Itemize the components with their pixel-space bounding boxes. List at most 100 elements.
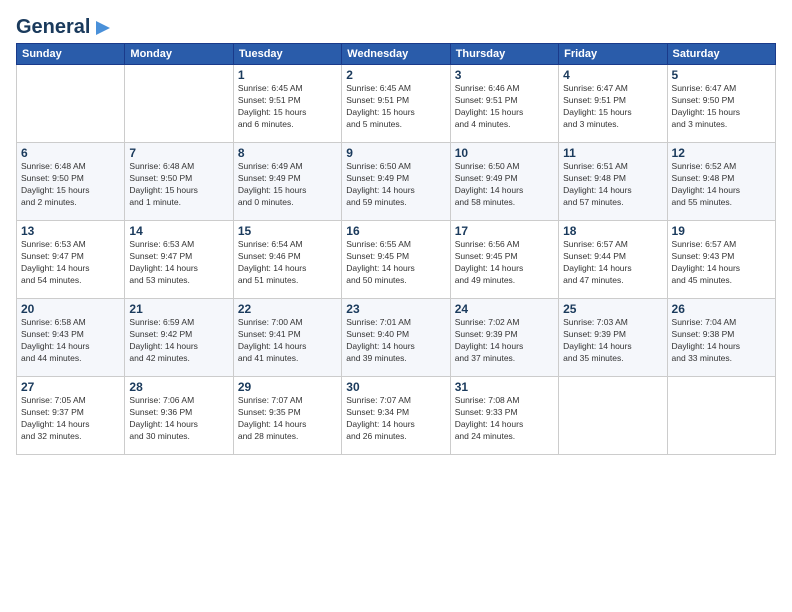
week-row-3: 13Sunrise: 6:53 AM Sunset: 9:47 PM Dayli… — [17, 221, 776, 299]
calendar-page: General SundayMondayTuesdayWednesdayThur… — [0, 0, 792, 612]
day-number: 30 — [346, 380, 445, 394]
day-number: 8 — [238, 146, 337, 160]
day-number: 2 — [346, 68, 445, 82]
day-number: 6 — [21, 146, 120, 160]
calendar-cell: 19Sunrise: 6:57 AM Sunset: 9:43 PM Dayli… — [667, 221, 775, 299]
logo: General — [16, 16, 114, 35]
day-number: 9 — [346, 146, 445, 160]
week-row-1: 1Sunrise: 6:45 AM Sunset: 9:51 PM Daylig… — [17, 65, 776, 143]
weekday-header-row: SundayMondayTuesdayWednesdayThursdayFrid… — [17, 44, 776, 65]
calendar-cell: 13Sunrise: 6:53 AM Sunset: 9:47 PM Dayli… — [17, 221, 125, 299]
day-info: Sunrise: 6:48 AM Sunset: 9:50 PM Dayligh… — [21, 161, 120, 209]
day-number: 5 — [672, 68, 771, 82]
day-info: Sunrise: 6:55 AM Sunset: 9:45 PM Dayligh… — [346, 239, 445, 287]
calendar-cell: 27Sunrise: 7:05 AM Sunset: 9:37 PM Dayli… — [17, 377, 125, 455]
calendar-cell: 26Sunrise: 7:04 AM Sunset: 9:38 PM Dayli… — [667, 299, 775, 377]
calendar-cell: 10Sunrise: 6:50 AM Sunset: 9:49 PM Dayli… — [450, 143, 558, 221]
weekday-header-thursday: Thursday — [450, 44, 558, 65]
day-number: 25 — [563, 302, 662, 316]
day-number: 23 — [346, 302, 445, 316]
weekday-header-tuesday: Tuesday — [233, 44, 341, 65]
calendar-cell: 3Sunrise: 6:46 AM Sunset: 9:51 PM Daylig… — [450, 65, 558, 143]
weekday-header-saturday: Saturday — [667, 44, 775, 65]
logo-general: General — [16, 16, 90, 39]
day-number: 4 — [563, 68, 662, 82]
calendar-cell: 2Sunrise: 6:45 AM Sunset: 9:51 PM Daylig… — [342, 65, 450, 143]
calendar-cell: 21Sunrise: 6:59 AM Sunset: 9:42 PM Dayli… — [125, 299, 233, 377]
day-info: Sunrise: 7:02 AM Sunset: 9:39 PM Dayligh… — [455, 317, 554, 365]
day-number: 20 — [21, 302, 120, 316]
day-number: 16 — [346, 224, 445, 238]
calendar-cell: 18Sunrise: 6:57 AM Sunset: 9:44 PM Dayli… — [559, 221, 667, 299]
calendar-cell: 22Sunrise: 7:00 AM Sunset: 9:41 PM Dayli… — [233, 299, 341, 377]
day-number: 12 — [672, 146, 771, 160]
calendar-cell: 5Sunrise: 6:47 AM Sunset: 9:50 PM Daylig… — [667, 65, 775, 143]
calendar-cell: 29Sunrise: 7:07 AM Sunset: 9:35 PM Dayli… — [233, 377, 341, 455]
day-info: Sunrise: 7:08 AM Sunset: 9:33 PM Dayligh… — [455, 395, 554, 443]
day-info: Sunrise: 6:57 AM Sunset: 9:44 PM Dayligh… — [563, 239, 662, 287]
weekday-header-wednesday: Wednesday — [342, 44, 450, 65]
day-info: Sunrise: 6:47 AM Sunset: 9:51 PM Dayligh… — [563, 83, 662, 131]
week-row-4: 20Sunrise: 6:58 AM Sunset: 9:43 PM Dayli… — [17, 299, 776, 377]
day-info: Sunrise: 6:49 AM Sunset: 9:49 PM Dayligh… — [238, 161, 337, 209]
day-number: 21 — [129, 302, 228, 316]
calendar-cell: 12Sunrise: 6:52 AM Sunset: 9:48 PM Dayli… — [667, 143, 775, 221]
calendar-cell: 16Sunrise: 6:55 AM Sunset: 9:45 PM Dayli… — [342, 221, 450, 299]
day-number: 15 — [238, 224, 337, 238]
day-number: 3 — [455, 68, 554, 82]
day-number: 27 — [21, 380, 120, 394]
day-info: Sunrise: 6:57 AM Sunset: 9:43 PM Dayligh… — [672, 239, 771, 287]
day-number: 11 — [563, 146, 662, 160]
day-info: Sunrise: 6:54 AM Sunset: 9:46 PM Dayligh… — [238, 239, 337, 287]
day-info: Sunrise: 7:06 AM Sunset: 9:36 PM Dayligh… — [129, 395, 228, 443]
calendar-cell: 23Sunrise: 7:01 AM Sunset: 9:40 PM Dayli… — [342, 299, 450, 377]
week-row-5: 27Sunrise: 7:05 AM Sunset: 9:37 PM Dayli… — [17, 377, 776, 455]
calendar-cell: 7Sunrise: 6:48 AM Sunset: 9:50 PM Daylig… — [125, 143, 233, 221]
calendar-cell — [559, 377, 667, 455]
day-info: Sunrise: 6:46 AM Sunset: 9:51 PM Dayligh… — [455, 83, 554, 131]
day-info: Sunrise: 7:00 AM Sunset: 9:41 PM Dayligh… — [238, 317, 337, 365]
day-info: Sunrise: 7:07 AM Sunset: 9:35 PM Dayligh… — [238, 395, 337, 443]
logo-icon — [92, 17, 114, 39]
day-info: Sunrise: 6:45 AM Sunset: 9:51 PM Dayligh… — [346, 83, 445, 131]
day-info: Sunrise: 6:59 AM Sunset: 9:42 PM Dayligh… — [129, 317, 228, 365]
calendar-cell: 11Sunrise: 6:51 AM Sunset: 9:48 PM Dayli… — [559, 143, 667, 221]
calendar-cell — [667, 377, 775, 455]
day-number: 22 — [238, 302, 337, 316]
calendar-cell: 8Sunrise: 6:49 AM Sunset: 9:49 PM Daylig… — [233, 143, 341, 221]
calendar-cell: 17Sunrise: 6:56 AM Sunset: 9:45 PM Dayli… — [450, 221, 558, 299]
day-number: 1 — [238, 68, 337, 82]
calendar-cell: 15Sunrise: 6:54 AM Sunset: 9:46 PM Dayli… — [233, 221, 341, 299]
day-number: 31 — [455, 380, 554, 394]
calendar-cell: 25Sunrise: 7:03 AM Sunset: 9:39 PM Dayli… — [559, 299, 667, 377]
day-info: Sunrise: 6:53 AM Sunset: 9:47 PM Dayligh… — [21, 239, 120, 287]
day-info: Sunrise: 7:03 AM Sunset: 9:39 PM Dayligh… — [563, 317, 662, 365]
day-number: 19 — [672, 224, 771, 238]
header: General — [16, 16, 776, 35]
day-number: 17 — [455, 224, 554, 238]
day-number: 13 — [21, 224, 120, 238]
day-number: 7 — [129, 146, 228, 160]
week-row-2: 6Sunrise: 6:48 AM Sunset: 9:50 PM Daylig… — [17, 143, 776, 221]
day-info: Sunrise: 6:53 AM Sunset: 9:47 PM Dayligh… — [129, 239, 228, 287]
day-number: 26 — [672, 302, 771, 316]
calendar-cell: 9Sunrise: 6:50 AM Sunset: 9:49 PM Daylig… — [342, 143, 450, 221]
calendar-cell: 28Sunrise: 7:06 AM Sunset: 9:36 PM Dayli… — [125, 377, 233, 455]
calendar-cell: 20Sunrise: 6:58 AM Sunset: 9:43 PM Dayli… — [17, 299, 125, 377]
day-number: 28 — [129, 380, 228, 394]
day-info: Sunrise: 6:47 AM Sunset: 9:50 PM Dayligh… — [672, 83, 771, 131]
day-number: 14 — [129, 224, 228, 238]
day-number: 10 — [455, 146, 554, 160]
calendar-cell — [125, 65, 233, 143]
calendar-cell: 6Sunrise: 6:48 AM Sunset: 9:50 PM Daylig… — [17, 143, 125, 221]
weekday-header-monday: Monday — [125, 44, 233, 65]
day-info: Sunrise: 6:51 AM Sunset: 9:48 PM Dayligh… — [563, 161, 662, 209]
weekday-header-sunday: Sunday — [17, 44, 125, 65]
weekday-header-friday: Friday — [559, 44, 667, 65]
day-info: Sunrise: 6:52 AM Sunset: 9:48 PM Dayligh… — [672, 161, 771, 209]
day-info: Sunrise: 6:45 AM Sunset: 9:51 PM Dayligh… — [238, 83, 337, 131]
calendar-cell: 31Sunrise: 7:08 AM Sunset: 9:33 PM Dayli… — [450, 377, 558, 455]
day-info: Sunrise: 6:50 AM Sunset: 9:49 PM Dayligh… — [455, 161, 554, 209]
day-info: Sunrise: 6:50 AM Sunset: 9:49 PM Dayligh… — [346, 161, 445, 209]
day-number: 18 — [563, 224, 662, 238]
